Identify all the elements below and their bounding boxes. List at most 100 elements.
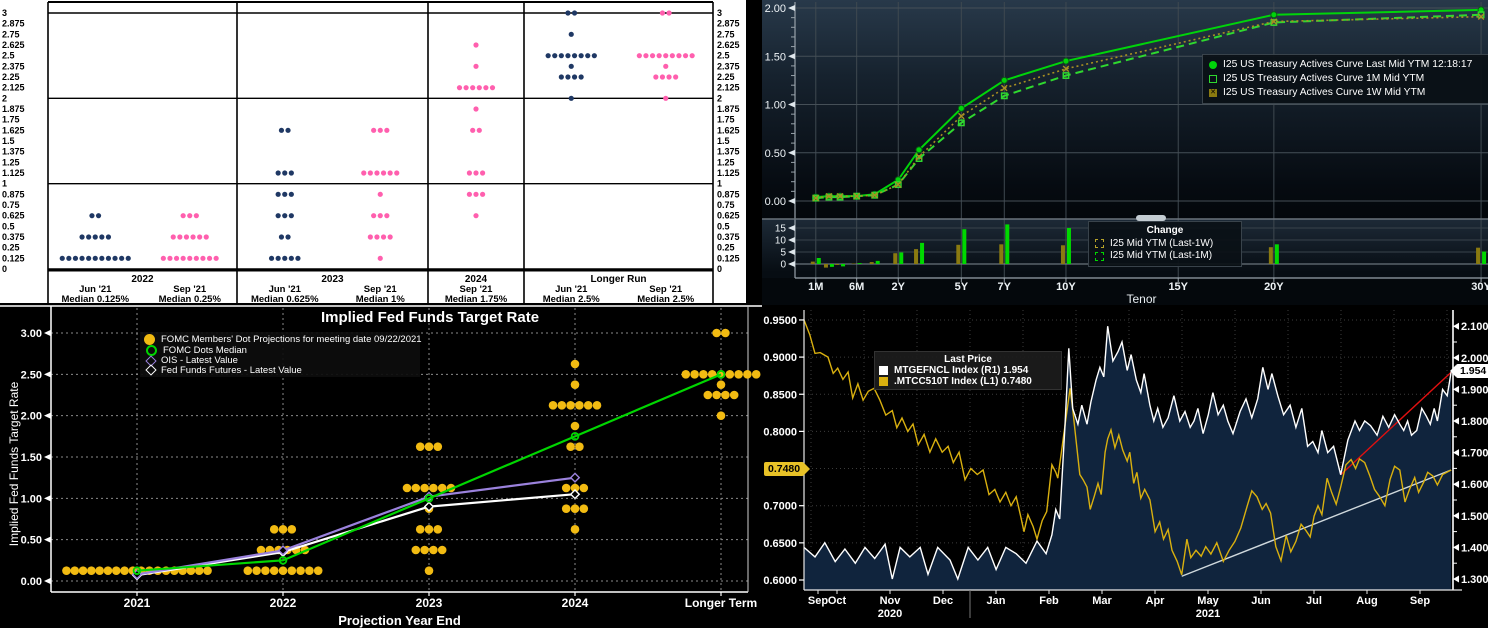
projection-dot <box>99 256 104 261</box>
projection-dot <box>464 85 469 90</box>
fomc-dot <box>79 566 88 575</box>
projection-dot <box>289 213 294 218</box>
legend-item-last-1m[interactable]: I25 Mid YTM (Last-1M) <box>1095 250 1235 263</box>
fomc-dot <box>305 566 314 575</box>
change-bar <box>1061 245 1065 264</box>
projection-dot <box>374 170 379 175</box>
last-price-legend[interactable]: Last Price MTGEFNCL Index (R1) 1.954 .MT… <box>874 351 1062 390</box>
projection-dot <box>473 192 478 197</box>
curve-y-tick: 2.00 <box>765 3 786 15</box>
green-swatch-icon <box>1095 252 1104 261</box>
change-bar <box>870 262 874 264</box>
fomc-dot <box>425 525 434 534</box>
projection-dot <box>119 256 124 261</box>
projection-dot <box>473 170 478 175</box>
projection-dot <box>93 234 98 239</box>
projection-dot <box>279 234 284 239</box>
legend-item-last[interactable]: I25 US Treasury Actives Curve Last Mid Y… <box>1209 58 1488 72</box>
fomc-dot <box>203 566 212 575</box>
fomc-dot <box>296 566 305 575</box>
change-bar <box>999 244 1003 264</box>
month-tick: Jan <box>987 595 1006 607</box>
fomc-dot <box>244 566 253 575</box>
projection-dot <box>579 74 584 79</box>
fomc-dot <box>699 370 708 379</box>
ffr-x-tick: 2024 <box>562 596 589 610</box>
projection-dot <box>473 213 478 218</box>
legend-title: Last Price <box>879 354 1057 365</box>
ffr-y-tick: 0.00 <box>21 576 42 588</box>
fomc-dot <box>279 566 288 575</box>
y-tick-left: 2 <box>2 93 7 103</box>
legend-item-futures[interactable]: Fed Funds Futures - Latest Value <box>144 366 416 376</box>
fomc-dot <box>288 525 297 534</box>
legend-item-1w[interactable]: ✕ I25 US Treasury Actives Curve 1W Mid Y… <box>1209 86 1488 100</box>
fomc-dot <box>416 525 425 534</box>
change-bar <box>830 264 834 267</box>
projection-dot <box>477 128 482 133</box>
fomc-dot <box>87 566 96 575</box>
projection-dot <box>559 74 564 79</box>
white-swatch-icon <box>879 366 888 375</box>
projection-dot <box>653 74 658 79</box>
projection-dot <box>126 256 131 261</box>
ffr-x-tick: Longer Term <box>685 596 757 610</box>
y-tick-right: 0 <box>717 264 722 274</box>
projection-dot <box>289 256 294 261</box>
month-tick: Aug <box>1356 595 1377 607</box>
legend-item-mtgefncl[interactable]: MTGEFNCL Index (R1) 1.954 <box>879 365 1057 376</box>
ffr-x-tick: 2023 <box>416 596 443 610</box>
change-legend[interactable]: Change I25 Mid YTM (Last-1W) I25 Mid YTM… <box>1088 221 1242 267</box>
projection-dot <box>187 256 192 261</box>
month-tick: May <box>1197 595 1219 607</box>
projection-dot <box>276 192 281 197</box>
projection-dot <box>480 170 485 175</box>
legend-item-1m[interactable]: I25 US Treasury Actives Curve 1M Mid YTM <box>1209 72 1488 86</box>
fomc-dot <box>429 484 438 493</box>
y-tick-right: 2.125 <box>717 83 740 93</box>
y-tick-left: 0.125 <box>2 253 25 263</box>
curve-w1 <box>816 17 1481 198</box>
y-tick-left: 1.625 <box>2 125 25 135</box>
projection-dot <box>637 53 642 58</box>
month-tick: Jun <box>1251 595 1271 607</box>
projection-dot <box>285 234 290 239</box>
fomc-dot <box>549 401 558 410</box>
line-2 <box>137 478 575 575</box>
white-diamond-icon <box>145 365 156 376</box>
legend-item-dots[interactable]: FOMC Members' Dot Projections for meetin… <box>144 334 416 345</box>
projection-dot <box>643 53 648 58</box>
y-tick-left: 2.875 <box>2 19 25 29</box>
projection-dot <box>371 213 376 218</box>
projection-dot <box>181 213 186 218</box>
last-price-badge-left: 0.7480 <box>764 462 804 476</box>
legend-item-mtcc510t[interactable]: .MTCC510T Index (L1) 0.7480 <box>879 376 1057 387</box>
projection-dot <box>204 234 209 239</box>
fomc-dot <box>593 401 602 410</box>
projection-dot <box>384 213 389 218</box>
right-axis-tick: 1.500 <box>1461 511 1488 523</box>
month-tick: Apr <box>1146 595 1166 607</box>
projection-dot <box>670 53 675 58</box>
curve-legend[interactable]: I25 US Treasury Actives Curve Last Mid Y… <box>1202 54 1488 104</box>
legend-item-last-1w[interactable]: I25 Mid YTM (Last-1W) <box>1095 238 1235 251</box>
footer-year: 2023 <box>321 274 344 285</box>
y-tick-left: 1 <box>2 179 7 189</box>
fomc-dot <box>734 370 743 379</box>
right-axis-tick: 2.000 <box>1461 353 1488 365</box>
fomc-dot <box>712 329 721 338</box>
projection-dot <box>368 234 373 239</box>
y-tick-right: 1.125 <box>717 168 740 178</box>
y-tick-right: 2.375 <box>717 61 740 71</box>
projection-dot <box>79 256 84 261</box>
last-price-badge-right: 1.954 <box>1456 364 1488 378</box>
legend-label: FOMC Members' Dot Projections for meetin… <box>161 335 422 345</box>
fomc-dot <box>690 370 699 379</box>
projection-dot <box>99 234 104 239</box>
projection-dot <box>187 213 192 218</box>
projection-dot <box>660 74 665 79</box>
projection-dot <box>184 234 189 239</box>
right-axis-tick: 1.600 <box>1461 479 1488 491</box>
projection-dot <box>361 170 366 175</box>
fed-funds-legend[interactable]: FOMC Members' Dot Projections for meetin… <box>140 332 420 377</box>
